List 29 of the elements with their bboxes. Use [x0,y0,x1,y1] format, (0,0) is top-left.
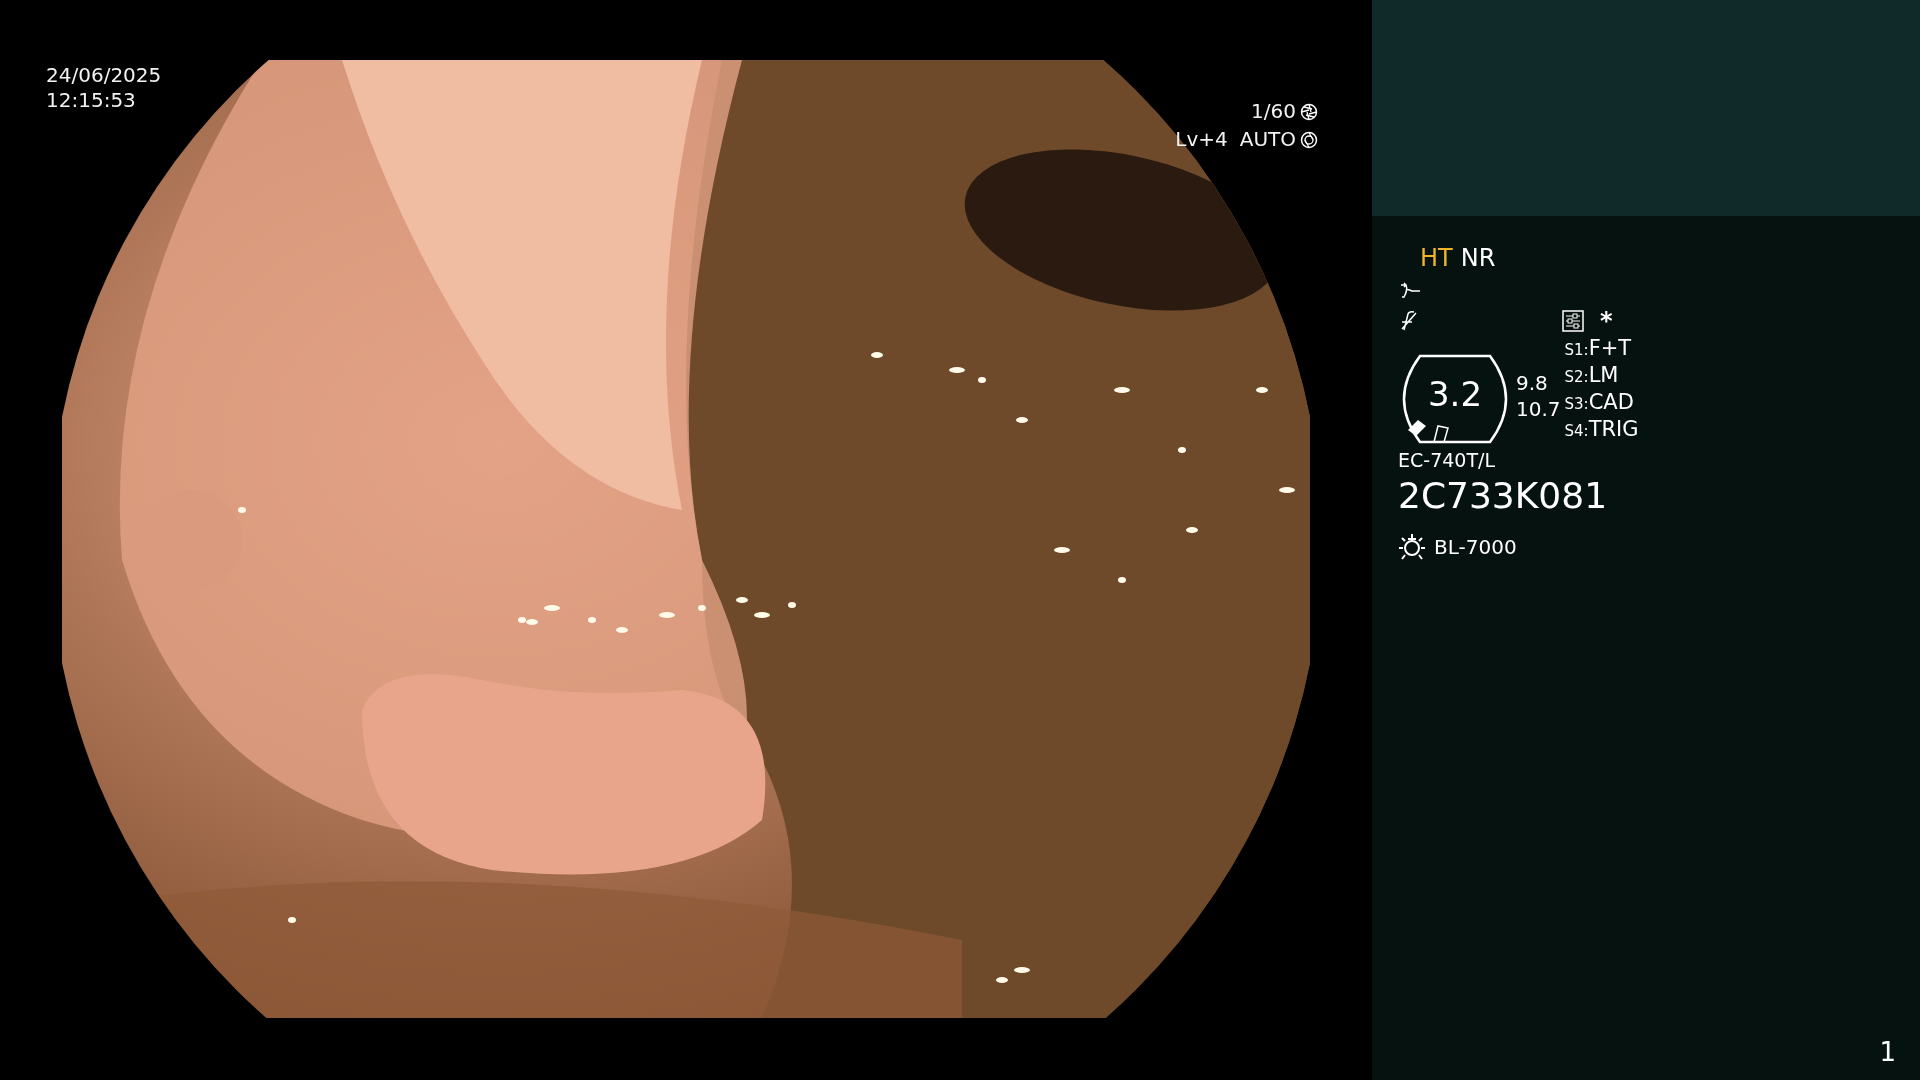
mode-label: NR [1460,246,1496,270]
aperture-icon [1300,102,1318,121]
sliders-icon [1562,310,1584,332]
switch-key: S3: [1564,392,1589,417]
zoom-value: 3.2 [1426,374,1484,414]
shutter-speed: 1/60 [1251,98,1296,125]
capture-date: 24/06/2025 [46,62,162,89]
zoom-reading: 10.7 [1516,396,1561,422]
switch-key: S1: [1564,338,1589,363]
page-number: 1 [1879,1036,1896,1069]
curve-icon [1398,280,1422,301]
scope-model: EC-740T/L [1398,448,1496,472]
mode-label: HT [1420,246,1453,270]
switch-function: F+T [1588,336,1632,361]
iris-icon [1300,130,1318,149]
iris-mode: AUTO [1239,126,1296,153]
serial-number: 2C733K081 [1398,476,1609,516]
switch-key: S4: [1564,419,1589,444]
switch-function: LM [1588,363,1619,388]
zoom-reading: 9.8 [1516,370,1549,396]
light-source: BL-7000 [1434,535,1517,559]
exposure-level: Lv+4 [1175,126,1228,153]
asterisk-mark: * [1600,309,1613,333]
switch-function: CAD [1588,390,1634,415]
lamp-icon [1398,532,1426,562]
switch-function: TRIG [1588,417,1639,442]
slashed-f-icon [1398,310,1420,332]
capture-time: 12:15:53 [46,87,136,114]
switch-key: S2: [1564,365,1589,390]
